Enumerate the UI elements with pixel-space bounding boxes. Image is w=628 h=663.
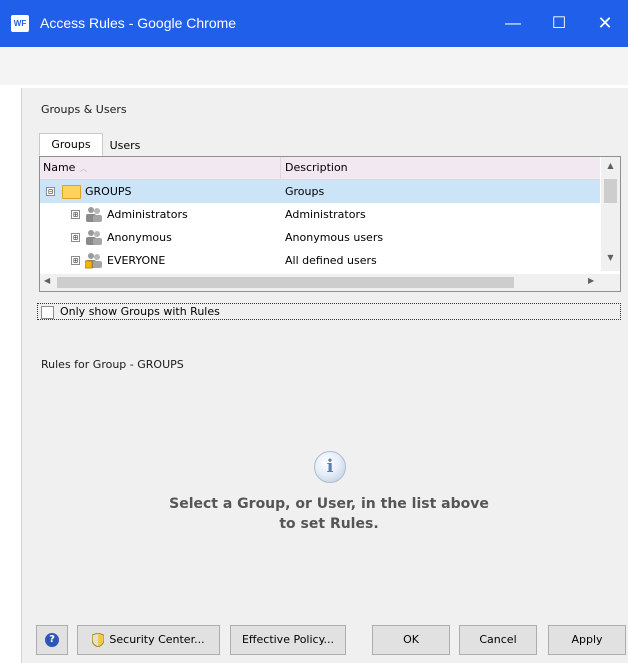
help-icon: ? bbox=[45, 633, 59, 647]
column-header-name-label: Name bbox=[43, 161, 76, 174]
checkbox-label: Only show Groups with Rules bbox=[60, 305, 220, 318]
tree-row-anonymous[interactable]: ⊞ Anonymous Anonymous users bbox=[40, 226, 600, 249]
window-titlebar: WF Access Rules - Google Chrome — ☐ ✕ bbox=[0, 0, 628, 47]
group-lock-icon bbox=[85, 253, 102, 269]
expand-icon[interactable]: ⊞ bbox=[71, 233, 80, 242]
browser-address-strip bbox=[0, 47, 628, 85]
only-show-groups-with-rules-checkbox[interactable]: Only show Groups with Rules bbox=[37, 303, 621, 320]
info-icon: i bbox=[314, 451, 346, 483]
help-button[interactable]: ? bbox=[36, 625, 68, 655]
scroll-right-arrow-icon[interactable]: ▶ bbox=[588, 276, 594, 285]
window-title: Access Rules - Google Chrome bbox=[40, 15, 237, 31]
scroll-up-arrow-icon[interactable]: ▲ bbox=[601, 161, 620, 170]
horizontal-scrollbar[interactable]: ◀ ▶ bbox=[40, 274, 620, 291]
tree-row-name: Anonymous bbox=[107, 231, 172, 244]
ok-button[interactable]: OK bbox=[372, 625, 450, 655]
apply-button[interactable]: Apply bbox=[548, 625, 626, 655]
expand-icon[interactable]: ⊞ bbox=[71, 210, 80, 219]
scroll-down-arrow-icon[interactable]: ▼ bbox=[601, 253, 620, 262]
info-message-line2: to set Rules. bbox=[279, 516, 379, 532]
access-rules-dialog: Groups & Users Groups Users Name ︿ Descri… bbox=[21, 88, 628, 663]
folder-icon bbox=[62, 185, 81, 199]
security-center-label: Security Center... bbox=[109, 633, 205, 646]
collapse-icon[interactable]: ⊟ bbox=[46, 187, 55, 196]
select-group-message: Select a Group, or User, in the list abo… bbox=[129, 494, 529, 534]
tree-row-description: Administrators bbox=[285, 208, 366, 221]
effective-policy-button[interactable]: Effective Policy... bbox=[230, 625, 346, 655]
tree-row-description: Anonymous users bbox=[285, 231, 384, 244]
info-message-line1: Select a Group, or User, in the list abo… bbox=[169, 496, 489, 512]
tree-row-description: All defined users bbox=[285, 254, 377, 267]
vertical-scrollbar[interactable]: ▲ ▼ bbox=[601, 157, 620, 271]
webfocus-app-icon: WF bbox=[11, 15, 29, 32]
close-window-button[interactable]: ✕ bbox=[582, 0, 628, 47]
expand-icon[interactable]: ⊞ bbox=[71, 256, 80, 265]
tree-row-everyone[interactable]: ⊞ EVERYONE All defined users bbox=[40, 249, 600, 272]
sort-caret-icon: ︿ bbox=[79, 164, 88, 173]
scroll-left-arrow-icon[interactable]: ◀ bbox=[44, 276, 50, 285]
group-icon bbox=[86, 207, 102, 222]
groups-tree-grid[interactable]: Name ︿ Description ⊟ GROUPS Groups ⊞ Admi… bbox=[39, 156, 621, 292]
tab-groups[interactable]: Groups bbox=[39, 133, 103, 156]
groups-users-title: Groups & Users bbox=[41, 103, 127, 116]
column-header-name[interactable]: Name ︿ bbox=[40, 157, 281, 179]
tree-row-name: EVERYONE bbox=[107, 254, 166, 267]
tree-row-name: Administrators bbox=[107, 208, 188, 221]
grid-header: Name ︿ Description bbox=[40, 157, 600, 180]
rules-for-group-title: Rules for Group - GROUPS bbox=[41, 358, 184, 371]
column-header-description[interactable]: Description bbox=[282, 157, 600, 179]
tree-row-description: Groups bbox=[285, 185, 325, 198]
maximize-button[interactable]: ☐ bbox=[536, 0, 582, 47]
tree-row-groups[interactable]: ⊟ GROUPS Groups bbox=[40, 180, 600, 203]
vertical-scroll-thumb[interactable] bbox=[604, 179, 617, 203]
tree-row-name: GROUPS bbox=[85, 185, 132, 198]
cancel-button[interactable]: Cancel bbox=[459, 625, 537, 655]
tree-row-administrators[interactable]: ⊞ Administrators Administrators bbox=[40, 203, 600, 226]
shield-icon bbox=[92, 633, 105, 647]
group-icon bbox=[86, 230, 102, 245]
security-center-button[interactable]: Security Center... bbox=[77, 625, 220, 655]
minimize-button[interactable]: — bbox=[490, 0, 536, 47]
horizontal-scroll-thumb[interactable] bbox=[57, 277, 514, 288]
tab-users[interactable]: Users bbox=[102, 135, 148, 155]
checkbox-box[interactable] bbox=[41, 306, 54, 319]
